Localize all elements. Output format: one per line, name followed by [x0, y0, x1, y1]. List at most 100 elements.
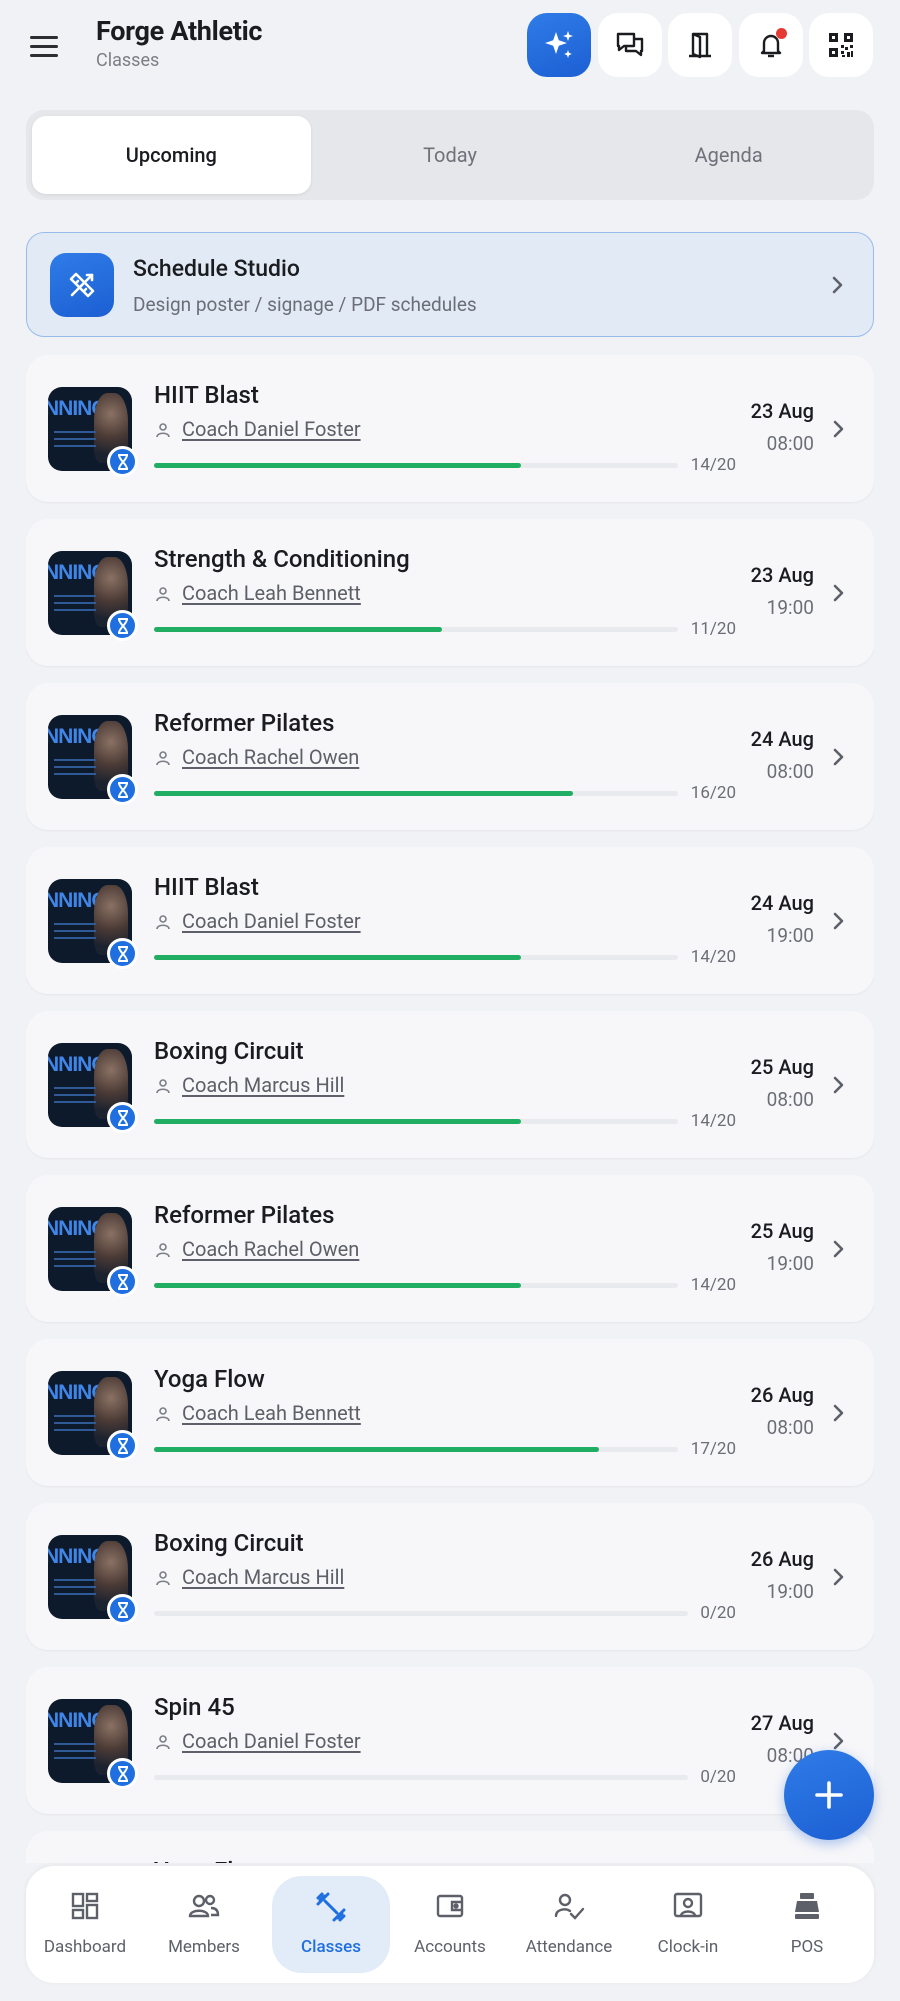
- nav-accounts[interactable]: Accounts: [391, 1876, 509, 1973]
- messages-button[interactable]: [598, 13, 662, 77]
- hourglass-icon: [107, 1102, 138, 1133]
- thumbnail-lines: [54, 1579, 96, 1609]
- capacity-bar: [154, 627, 678, 632]
- class-title: Yoga Flow: [154, 1365, 265, 1393]
- bottom-navigation: Dashboard Members Classes Accounts Atten…: [26, 1866, 874, 1983]
- notification-dot: [776, 28, 787, 39]
- class-date: 24 Aug: [750, 727, 814, 751]
- hourglass-icon: [107, 1594, 138, 1625]
- chevron-right-icon: [833, 1240, 844, 1258]
- capacity-bar: [154, 791, 678, 796]
- nav-pos[interactable]: POS: [748, 1876, 866, 1973]
- class-card[interactable]: NNING Boxing Circuit Coach Marcus Hill 0…: [26, 1503, 874, 1650]
- qr-code-button[interactable]: [809, 13, 873, 77]
- coach-link[interactable]: Coach Leah Bennett: [182, 1401, 361, 1425]
- class-date: 25 Aug: [750, 1055, 814, 1079]
- tab-agenda[interactable]: Agenda: [589, 116, 868, 194]
- capacity-count: 17/20: [690, 1439, 736, 1459]
- class-date: 24 Aug: [750, 891, 814, 915]
- dashboard-icon: [71, 1892, 99, 1920]
- nav-label: Dashboard: [43, 1937, 127, 1957]
- class-title: Spin 45: [154, 1693, 235, 1721]
- add-class-button[interactable]: [784, 1750, 874, 1840]
- members-icon: [188, 1894, 220, 1918]
- capacity-bar-fill: [154, 627, 442, 632]
- coach-link[interactable]: Coach Leah Bennett: [182, 581, 361, 605]
- capacity-bar: [154, 463, 678, 468]
- clock-in-icon: [673, 1892, 703, 1918]
- thumbnail-lines: [54, 1415, 96, 1445]
- tab-upcoming[interactable]: Upcoming: [32, 116, 311, 194]
- capacity-bar-fill: [154, 1283, 521, 1288]
- nav-members[interactable]: Members: [145, 1876, 263, 1973]
- coach-link[interactable]: Coach Daniel Foster: [182, 1729, 361, 1753]
- design-tools-icon: [50, 253, 114, 317]
- studio-subtitle: Design poster / signage / PDF schedules: [133, 293, 477, 316]
- coach-link[interactable]: Coach Marcus Hill: [182, 1565, 344, 1589]
- class-card[interactable]: NNING Strength & Conditioning Coach Leah…: [26, 519, 874, 666]
- capacity-bar-fill: [154, 955, 521, 960]
- coach-link[interactable]: Coach Rachel Owen: [182, 745, 359, 769]
- nav-attendance[interactable]: Attendance: [510, 1876, 628, 1973]
- menu-icon[interactable]: [26, 28, 62, 64]
- class-title: Boxing Circuit: [154, 1529, 304, 1557]
- capacity-count: 14/20: [690, 947, 736, 967]
- nav-label: POS: [790, 1937, 824, 1957]
- nav-dashboard[interactable]: Dashboard: [26, 1876, 144, 1973]
- person-icon: [156, 587, 170, 602]
- capacity-bar-fill: [154, 463, 521, 468]
- class-view-tabs: Upcoming Today Agenda: [26, 110, 874, 200]
- class-time: 08:00: [766, 760, 814, 783]
- capacity-count: 14/20: [690, 1111, 736, 1131]
- nav-label: Classes: [301, 1937, 361, 1957]
- wallet-icon: [436, 1894, 464, 1918]
- class-time: 08:00: [766, 432, 814, 455]
- chevron-right-icon: [833, 420, 844, 438]
- ai-assistant-button[interactable]: [527, 13, 591, 77]
- class-time: 08:00: [766, 1416, 814, 1439]
- capacity-count: 14/20: [690, 455, 736, 475]
- coach-link[interactable]: Coach Rachel Owen: [182, 1237, 359, 1261]
- class-card[interactable]: NNING Reformer Pilates Coach Rachel Owen…: [26, 1175, 874, 1322]
- person-icon: [156, 423, 170, 438]
- class-card[interactable]: NNING Reformer Pilates Coach Rachel Owen…: [26, 683, 874, 830]
- person-icon: [156, 1079, 170, 1094]
- class-title: Boxing Circuit: [154, 1037, 304, 1065]
- nav-classes[interactable]: Classes: [272, 1876, 390, 1973]
- class-card[interactable]: NNING Yoga Flow: [26, 1831, 874, 1863]
- person-icon: [156, 1735, 170, 1750]
- schedule-studio-banner[interactable]: Schedule Studio Design poster / signage …: [26, 232, 874, 337]
- class-card[interactable]: NNING Boxing Circuit Coach Marcus Hill 1…: [26, 1011, 874, 1158]
- capacity-count: 16/20: [690, 783, 736, 803]
- nav-clock-in[interactable]: Clock-in: [629, 1876, 747, 1973]
- class-card[interactable]: NNING Spin 45 Coach Daniel Foster 0/20 2…: [26, 1667, 874, 1814]
- class-card[interactable]: NNING Yoga Flow Coach Leah Bennett 17/20…: [26, 1339, 874, 1486]
- class-title: Yoga Flow: [154, 1857, 265, 1863]
- chat-icon: [616, 32, 644, 57]
- class-card[interactable]: NNING HIIT Blast Coach Daniel Foster 14/…: [26, 847, 874, 994]
- coach-link[interactable]: Coach Daniel Foster: [182, 417, 361, 441]
- chevron-right-icon: [833, 584, 844, 602]
- class-date: 27 Aug: [750, 1711, 814, 1735]
- hourglass-icon: [107, 610, 138, 641]
- class-title: Reformer Pilates: [154, 709, 335, 737]
- nav-label: Members: [168, 1937, 240, 1957]
- class-time: 19:00: [766, 924, 814, 947]
- door-access-button[interactable]: [668, 13, 732, 77]
- capacity-bar-fill: [154, 1447, 599, 1452]
- hourglass-icon: [107, 938, 138, 969]
- class-time: 08:00: [766, 1088, 814, 1111]
- coach-link[interactable]: Coach Marcus Hill: [182, 1073, 344, 1097]
- page-subtitle: Classes: [96, 50, 160, 71]
- notifications-button[interactable]: [739, 13, 803, 77]
- hourglass-icon: [107, 1758, 138, 1789]
- class-card[interactable]: NNING HIIT Blast Coach Daniel Foster 14/…: [26, 355, 874, 502]
- tab-today[interactable]: Today: [311, 116, 590, 194]
- class-date: 25 Aug: [750, 1219, 814, 1243]
- coach-link[interactable]: Coach Daniel Foster: [182, 909, 361, 933]
- capacity-bar: [154, 1283, 678, 1288]
- sparkle-icon: [545, 31, 573, 58]
- hourglass-icon: [107, 1430, 138, 1461]
- capacity-bar: [154, 1611, 688, 1616]
- class-title: HIIT Blast: [154, 381, 259, 409]
